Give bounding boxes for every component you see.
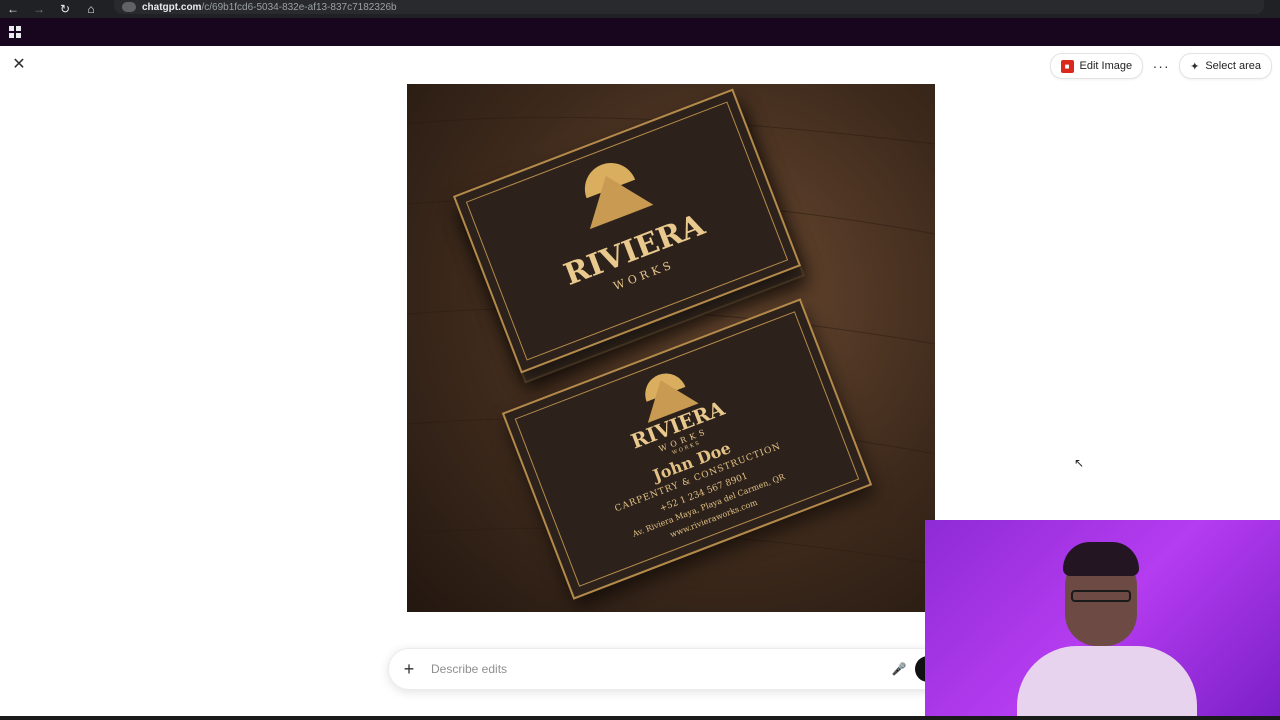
edit-image-button[interactable]: ■ Edit Image — [1049, 53, 1144, 79]
site-info-icon[interactable] — [122, 2, 136, 12]
person-hair — [1063, 542, 1139, 576]
pdf-icon: ■ — [1060, 59, 1074, 73]
address-bar[interactable]: chatgpt.com /c/69b1fcd6-5034-832e-af13-8… — [114, 0, 1264, 14]
webcam-overlay — [925, 520, 1280, 720]
mouse-cursor-icon: ↖ — [1074, 456, 1085, 470]
generated-image[interactable]: RIVIERA WORKS RIVIERA WORKS WORKS John D… — [407, 84, 935, 612]
image-toolbar: ■ Edit Image ··· ✦ Select area — [1049, 53, 1272, 79]
apps-grid-icon[interactable] — [9, 26, 21, 38]
describe-edits-input[interactable] — [429, 658, 883, 680]
microphone-icon[interactable]: 🎤 — [883, 662, 915, 676]
close-icon[interactable]: ✕ — [10, 56, 28, 74]
more-options-icon[interactable]: ··· — [1143, 58, 1179, 74]
select-area-label: Select area — [1205, 60, 1261, 72]
taskbar-strip — [0, 716, 1280, 720]
forward-arrow-icon[interactable]: → — [26, 0, 52, 18]
url-host: chatgpt.com — [142, 1, 202, 13]
home-icon[interactable]: ⌂ — [78, 0, 104, 18]
edit-prompt-bar: + 🎤 — [388, 648, 948, 690]
select-area-icon: ✦ — [1190, 60, 1200, 73]
back-arrow-icon[interactable]: ← — [0, 0, 26, 18]
bookmarks-bar — [0, 18, 1280, 46]
glasses — [1071, 590, 1131, 602]
select-area-button[interactable]: ✦ Select area — [1179, 53, 1272, 79]
reload-icon[interactable]: ↻ — [52, 0, 78, 18]
person-body — [1017, 646, 1197, 720]
edit-image-label: Edit Image — [1079, 60, 1133, 72]
plus-icon[interactable]: + — [389, 659, 429, 680]
browser-toolbar: ← → ↻ ⌂ chatgpt.com /c/69b1fcd6-5034-832… — [0, 0, 1280, 18]
url-path: /c/69b1fcd6-5034-832e-af13-837c7182326b — [201, 1, 397, 13]
